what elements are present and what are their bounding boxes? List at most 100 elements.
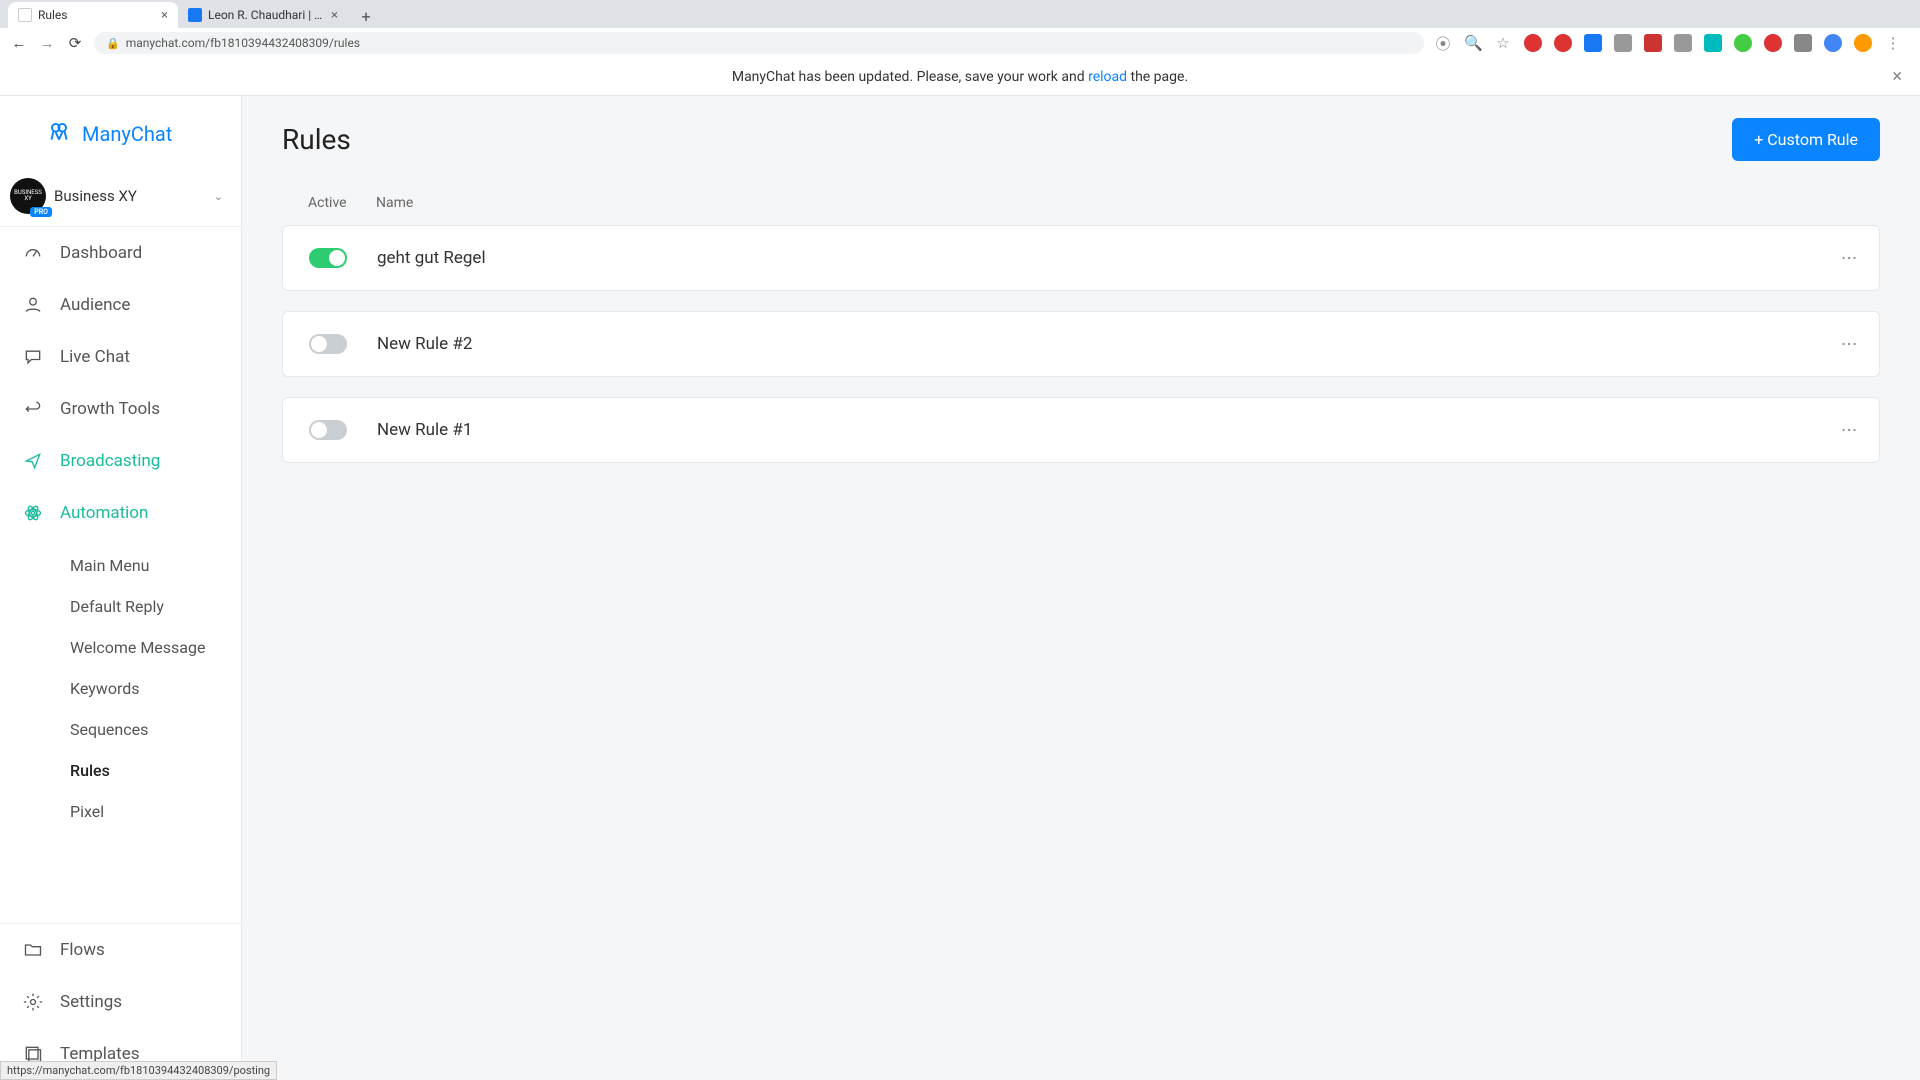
sidebar-item-livechat[interactable]: Live Chat — [0, 331, 241, 383]
nav-label: Dashboard — [60, 243, 142, 263]
sidebar-item-growth[interactable]: Growth Tools — [0, 383, 241, 435]
account-switcher[interactable]: BUSINESS XY PRO Business XY ⌄ — [0, 166, 241, 227]
brand-name: ManyChat — [82, 122, 172, 146]
forward-button[interactable]: → — [38, 34, 56, 52]
browser-tab[interactable]: Leon R. Chaudhari | Facebook × — [178, 2, 348, 28]
sidebar-item-automation[interactable]: Automation — [0, 487, 241, 539]
return-icon — [22, 398, 44, 420]
sidebar: ManyChat BUSINESS XY PRO Business XY ⌄ D… — [0, 96, 242, 1080]
nav-label: Automation — [60, 503, 148, 523]
sidebar-item-settings[interactable]: Settings — [0, 976, 241, 1028]
close-icon[interactable]: × — [331, 8, 338, 23]
gauge-icon — [22, 242, 44, 264]
user-icon — [22, 294, 44, 316]
tab-title: Leon R. Chaudhari | Facebook — [208, 8, 325, 22]
rules-content: Active Name geht gut Regel⋮New Rule #2⋮N… — [242, 169, 1920, 495]
nav-label: Audience — [60, 295, 130, 315]
more-icon[interactable]: ⋮ — [1840, 250, 1859, 267]
sub-item-default-reply[interactable]: Default Reply — [0, 586, 241, 627]
ext-icon[interactable] — [1734, 34, 1752, 52]
rule-row[interactable]: geht gut Regel⋮ — [282, 225, 1880, 291]
rule-name: New Rule #1 — [377, 420, 1840, 440]
rule-row[interactable]: New Rule #1⋮ — [282, 397, 1880, 463]
sub-item-keywords[interactable]: Keywords — [0, 668, 241, 709]
ext-icon[interactable] — [1764, 34, 1782, 52]
automation-submenu: Main Menu Default Reply Welcome Message … — [0, 539, 241, 846]
sub-item-rules[interactable]: Rules — [0, 750, 241, 791]
browser-tab-active[interactable]: Rules × — [8, 2, 178, 28]
sub-item-main-menu[interactable]: Main Menu — [0, 545, 241, 586]
active-toggle[interactable] — [309, 420, 347, 440]
sidebar-item-broadcasting[interactable]: Broadcasting — [0, 435, 241, 487]
ext-icon[interactable] — [1794, 34, 1812, 52]
address-bar: ← → ⟳ 🔒 manychat.com/fb181039443240830­9… — [0, 28, 1920, 58]
more-icon[interactable]: ⋮ — [1840, 422, 1859, 439]
sidebar-item-flows[interactable]: Flows — [0, 924, 241, 976]
menu-icon[interactable]: ⋮ — [1884, 34, 1902, 52]
sub-item-welcome[interactable]: Welcome Message — [0, 627, 241, 668]
close-icon[interactable]: × — [1892, 66, 1902, 87]
ext-icon[interactable] — [1644, 34, 1662, 52]
atom-icon — [22, 502, 44, 524]
new-tab-button[interactable]: + — [354, 4, 378, 28]
update-notice: ManyChat has been updated. Please, save … — [0, 58, 1920, 96]
url-field[interactable]: 🔒 manychat.com/fb181039443240830­9/rules — [94, 32, 1424, 54]
ext-icon[interactable] — [1524, 34, 1542, 52]
nav-label: Live Chat — [60, 347, 130, 367]
favicon-icon — [188, 8, 202, 22]
back-button[interactable]: ← — [10, 34, 28, 52]
active-toggle[interactable] — [309, 248, 347, 268]
nav-label: Flows — [60, 940, 105, 960]
nav-label: Broadcasting — [60, 451, 160, 471]
rule-row[interactable]: New Rule #2⋮ — [282, 311, 1880, 377]
rule-name: geht gut Regel — [377, 248, 1840, 268]
status-bar-hint: https://manychat.com/fb181039443240830­9… — [0, 1061, 277, 1080]
col-header-name: Name — [376, 195, 1860, 211]
reload-link[interactable]: reload — [1088, 69, 1127, 85]
folder-icon — [22, 939, 44, 961]
ext-icon[interactable] — [1614, 34, 1632, 52]
create-rule-button[interactable]: + Custom Rule — [1732, 118, 1880, 161]
ext-icon[interactable] — [1854, 34, 1872, 52]
page-title: Rules — [282, 123, 351, 156]
page-header: Rules + Custom Rule — [242, 96, 1920, 169]
close-icon[interactable]: × — [161, 8, 168, 23]
favicon-icon — [18, 8, 32, 22]
pro-badge: PRO — [30, 207, 52, 217]
account-avatar: BUSINESS XY PRO — [10, 178, 46, 214]
main-content: Rules + Custom Rule Active Name geht gut… — [242, 96, 1920, 1080]
chat-icon — [22, 346, 44, 368]
chevron-down-icon: ⌄ — [214, 190, 223, 203]
translate-icon[interactable]: ⦿ — [1434, 33, 1452, 54]
reload-button[interactable]: ⟳ — [66, 34, 84, 52]
sidebar-item-dashboard[interactable]: Dashboard — [0, 227, 241, 279]
url-text: manychat.com/fb181039443240830­9/rules — [126, 36, 360, 50]
star-icon[interactable]: ☆ — [1494, 34, 1512, 52]
ext-icon[interactable] — [1674, 34, 1692, 52]
sub-item-pixel[interactable]: Pixel — [0, 791, 241, 832]
sidebar-item-audience[interactable]: Audience — [0, 279, 241, 331]
column-headers: Active Name — [282, 181, 1880, 225]
ext-icon[interactable] — [1584, 34, 1602, 52]
more-icon[interactable]: ⋮ — [1840, 336, 1859, 353]
account-name: Business XY — [54, 187, 206, 205]
notice-text: ManyChat has been updated. Please, save … — [732, 69, 1088, 85]
ext-icon[interactable] — [1704, 34, 1722, 52]
avatar-icon[interactable] — [1824, 34, 1842, 52]
send-icon — [22, 450, 44, 472]
brand-logo[interactable]: ManyChat — [0, 96, 241, 166]
rules-list: geht gut Regel⋮New Rule #2⋮New Rule #1⋮ — [282, 225, 1880, 463]
logo-icon — [46, 118, 72, 150]
active-toggle[interactable] — [309, 334, 347, 354]
col-header-active: Active — [308, 195, 376, 211]
ext-icon[interactable] — [1554, 34, 1572, 52]
tab-bar: Rules × Leon R. Chaudhari | Facebook × + — [0, 0, 1920, 28]
tab-title: Rules — [38, 8, 155, 22]
notice-text-after: the page. — [1127, 69, 1188, 85]
nav-label: Growth Tools — [60, 399, 160, 419]
extension-icons: ⦿ 🔍 ☆ ⋮ — [1434, 33, 1902, 54]
gear-icon — [22, 991, 44, 1013]
zoom-icon[interactable]: 🔍 — [1464, 34, 1482, 52]
lock-icon: 🔒 — [106, 37, 120, 50]
sub-item-sequences[interactable]: Sequences — [0, 709, 241, 750]
